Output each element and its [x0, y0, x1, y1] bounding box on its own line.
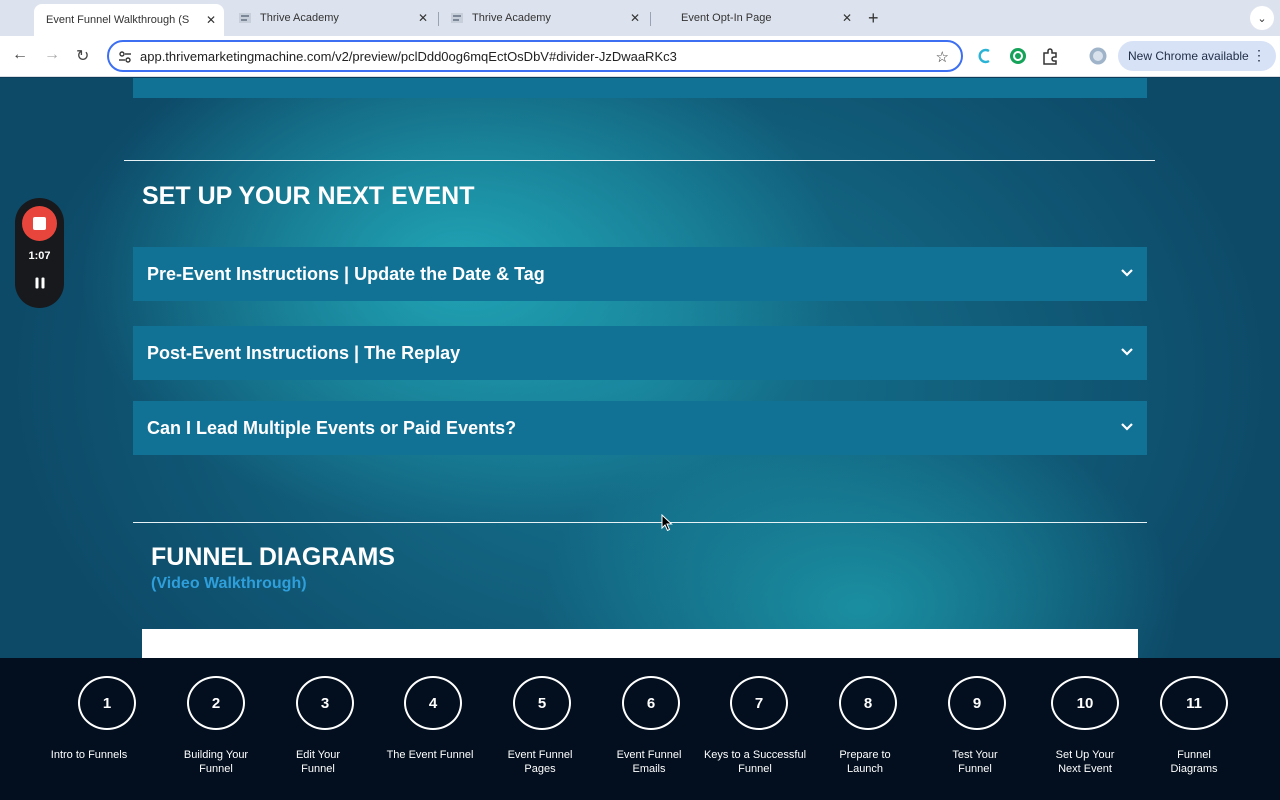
- recording-timer: 1:07: [28, 250, 51, 262]
- step-label: Event Funnel Pages: [507, 749, 573, 775]
- step-2[interactable]: 2 Building Your Funnel: [161, 676, 271, 776]
- step-label: Keys to a Successful Funnel: [703, 749, 807, 775]
- tab-close-icon[interactable]: ✕: [630, 11, 640, 25]
- step-label: Edit Your Funnel: [295, 749, 341, 775]
- step-label: Test Your Funnel: [952, 749, 998, 775]
- extensions-puzzle-icon[interactable]: [1041, 47, 1059, 65]
- step-label: Event Funnel Emails: [616, 749, 682, 775]
- update-label: New Chrome available: [1128, 49, 1249, 63]
- profile-avatar[interactable]: [1089, 47, 1107, 65]
- step-label: Prepare to Launch: [839, 749, 891, 775]
- tab-close-icon[interactable]: ✕: [206, 13, 216, 27]
- accordion-post-event[interactable]: Post-Event Instructions | The Replay: [133, 326, 1147, 380]
- section-divider: [133, 522, 1147, 523]
- tab-strip: Event Funnel Walkthrough (S ✕ Thrive Aca…: [0, 0, 1280, 36]
- video-embed[interactable]: [142, 629, 1138, 658]
- tab-event-opt-in-page[interactable]: Event Opt-In Page ✕: [650, 4, 860, 32]
- reload-icon[interactable]: ↻: [76, 46, 89, 66]
- step-number: 9: [948, 676, 1006, 730]
- step-1[interactable]: 1 Intro to Funnels: [51, 676, 162, 762]
- stop-recording-button[interactable]: [22, 206, 57, 241]
- page-content: SET UP YOUR NEXT EVENT Pre-Event Instruc…: [0, 78, 1280, 658]
- tab-search-chevron-icon[interactable]: ⌄: [1250, 6, 1274, 30]
- thrive-favicon-icon: [450, 11, 464, 25]
- step-3[interactable]: 3 Edit Your Funnel: [270, 676, 380, 776]
- more-menu-icon[interactable]: ⋮: [1252, 47, 1266, 64]
- tab-title: Thrive Academy: [472, 12, 551, 24]
- step-number: 1: [78, 676, 136, 730]
- site-info-icon[interactable]: [118, 50, 132, 64]
- step-6[interactable]: 6 Event Funnel Emails: [596, 676, 706, 776]
- grammarly-icon[interactable]: [1009, 47, 1027, 65]
- step-navigation-bar: 1 Intro to Funnels 2 Building Your Funne…: [0, 658, 1280, 800]
- section-title: SET UP YOUR NEXT EVENT: [142, 182, 475, 210]
- step-4[interactable]: 4 The Event Funnel: [378, 676, 488, 762]
- back-arrow-icon[interactable]: ←: [12, 46, 28, 64]
- step-number: 8: [839, 676, 897, 730]
- bookmark-star-icon[interactable]: ☆: [936, 48, 949, 66]
- tab-event-funnel-walkthrough[interactable]: Event Funnel Walkthrough (S ✕: [34, 4, 224, 36]
- accordion-label: Post-Event Instructions | The Replay: [147, 342, 461, 363]
- step-9[interactable]: 9 Test Your Funnel: [922, 676, 1032, 776]
- tab-thrive-academy-2[interactable]: Thrive Academy ✕: [438, 4, 648, 32]
- section-divider: [124, 160, 1155, 161]
- accordion-label: Pre-Event Instructions | Update the Date…: [147, 263, 545, 284]
- step-number: 6: [622, 676, 680, 730]
- step-number: 2: [187, 676, 245, 730]
- accordion-item-partial[interactable]: [133, 78, 1147, 98]
- tab-title: Thrive Academy: [260, 12, 339, 24]
- forward-arrow-icon[interactable]: →: [44, 46, 60, 64]
- tab-close-icon[interactable]: ✕: [418, 11, 428, 25]
- step-7[interactable]: 7 Keys to a Successful Funnel: [704, 676, 814, 776]
- step-label: Funnel Diagrams: [1170, 749, 1218, 775]
- step-label: Building Your Funnel: [183, 749, 249, 775]
- step-number: 3: [296, 676, 354, 730]
- step-number: 11: [1160, 676, 1228, 730]
- thrive-favicon-icon: [238, 11, 252, 25]
- step-8[interactable]: 8 Prepare to Launch: [813, 676, 923, 776]
- url-text: app.thrivemarketingmachine.com/v2/previe…: [140, 49, 677, 64]
- address-bar[interactable]: app.thrivemarketingmachine.com/v2/previe…: [107, 40, 963, 72]
- new-tab-icon[interactable]: +: [868, 8, 879, 29]
- extension-c-icon[interactable]: [976, 47, 994, 65]
- step-10[interactable]: 10 Set Up Your Next Event: [1030, 676, 1140, 776]
- step-label: The Event Funnel: [386, 749, 474, 761]
- step-number: 4: [404, 676, 462, 730]
- chevron-down-icon: [1121, 269, 1133, 277]
- step-5[interactable]: 5 Event Funnel Pages: [487, 676, 597, 776]
- accordion-label: Can I Lead Multiple Events or Paid Event…: [147, 417, 517, 438]
- step-label: Intro to Funnels: [50, 749, 128, 761]
- chevron-down-icon: [1121, 348, 1133, 356]
- mouse-cursor-icon: [661, 514, 673, 532]
- pause-icon[interactable]: [34, 277, 46, 289]
- screen-recorder-widget: 1:07: [15, 198, 64, 308]
- step-number: 10: [1051, 676, 1119, 730]
- tab-title: Event Funnel Walkthrough (S: [46, 14, 190, 26]
- diagrams-title: FUNNEL DIAGRAMS: [151, 543, 395, 571]
- browser-toolbar: ← → ↻ app.thrivemarketingmachine.com/v2/…: [0, 36, 1280, 77]
- diagrams-subtitle: (Video Walkthrough): [151, 575, 307, 592]
- tab-close-icon[interactable]: ✕: [842, 11, 852, 25]
- step-number: 7: [730, 676, 788, 730]
- accordion-multiple-events[interactable]: Can I Lead Multiple Events or Paid Event…: [133, 401, 1147, 455]
- tab-thrive-academy-1[interactable]: Thrive Academy ✕: [226, 4, 436, 32]
- step-label: Set Up Your Next Event: [1055, 749, 1115, 775]
- chevron-down-icon: [1121, 423, 1133, 431]
- tab-title: Event Opt-In Page: [681, 12, 772, 24]
- step-number: 5: [513, 676, 571, 730]
- accordion-pre-event[interactable]: Pre-Event Instructions | Update the Date…: [133, 247, 1147, 301]
- new-chrome-available-button[interactable]: New Chrome available ⋮: [1118, 41, 1276, 71]
- step-11[interactable]: 11 Funnel Diagrams: [1139, 676, 1249, 776]
